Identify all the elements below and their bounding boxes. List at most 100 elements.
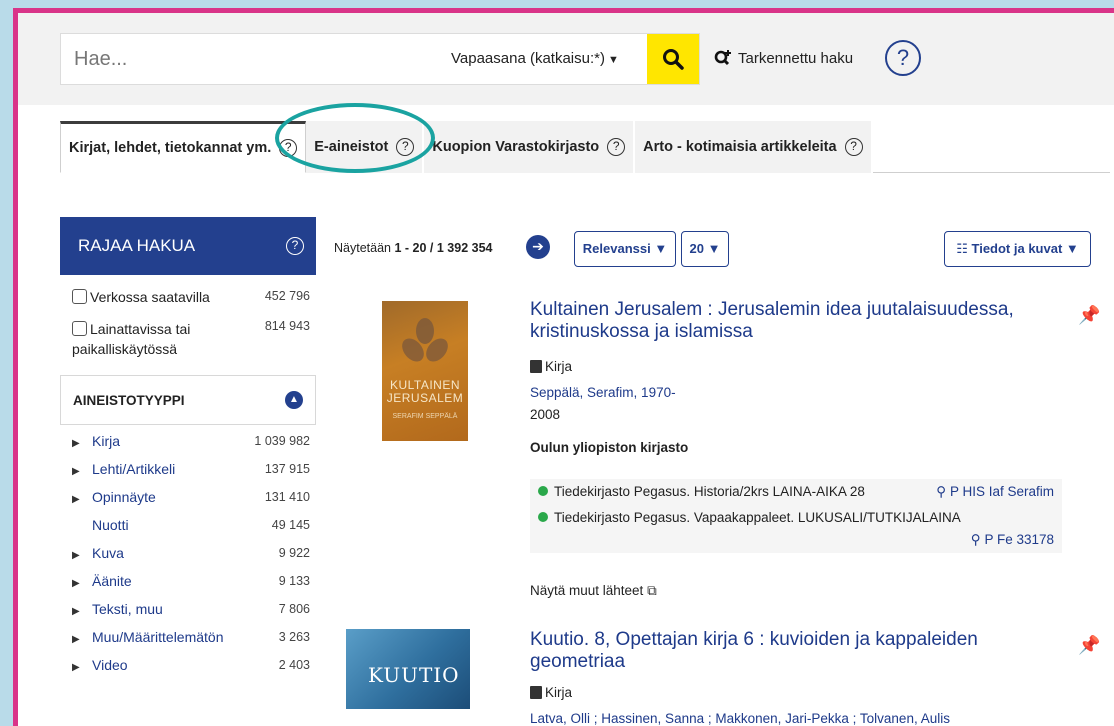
- advanced-search-icon: [714, 50, 731, 66]
- expand-arrow-icon[interactable]: ▶: [72, 662, 86, 673]
- holding-callno-row: ⚲ P Fe 33178: [530, 530, 1062, 553]
- facet-label: Opinnäyte: [92, 489, 156, 505]
- record-format: Kirja: [530, 685, 572, 700]
- facet-list: ▶ Kirja 1 039 982 ▶ Lehti/Artikkeli 137 915 ▶ O…: [60, 429, 316, 677]
- help-icon[interactable]: ?: [885, 40, 921, 76]
- advanced-search-label: Tarkennettu haku: [738, 49, 854, 67]
- tab-label: Kuopion Varastokirjasto: [432, 139, 600, 155]
- record-library: Oulun yliopiston kirjasto: [530, 440, 689, 455]
- help-icon[interactable]: ?: [286, 237, 304, 255]
- facet-label: Kirja: [92, 433, 121, 449]
- facet-item-main: ▶ Opinnäyte: [72, 489, 156, 505]
- book-cover[interactable]: KUUTIO: [346, 629, 470, 709]
- available-dot-icon: [538, 512, 548, 522]
- highlight-circle: [275, 103, 435, 173]
- filter-online[interactable]: Verkossa saatavilla 452 796: [60, 289, 316, 305]
- facet-item-main: ▶ Äänite: [72, 573, 132, 589]
- pin-icon[interactable]: 📌: [1078, 305, 1100, 326]
- filter-count: 452 796: [264, 289, 310, 303]
- record-title-link[interactable]: Kuutio. 8, Opettajan kirja 6 : kuvioiden…: [530, 629, 1070, 673]
- facet-count: 131 410: [264, 490, 310, 504]
- facet-item[interactable]: ▶ Lehti/Artikkeli 137 915: [60, 457, 316, 481]
- map-pin-icon: ⚲: [936, 484, 947, 499]
- facet-item[interactable]: ▶ Opinnäyte 131 410: [60, 485, 316, 509]
- facet-item[interactable]: ▶ Kuva 9 922: [60, 541, 316, 565]
- call-number: P HIS Iaf Serafim: [949, 484, 1054, 499]
- search-button[interactable]: [647, 34, 699, 84]
- expand-arrow-icon[interactable]: ▶: [72, 550, 86, 561]
- call-number-link[interactable]: ⚲ P HIS Iaf Serafim: [936, 484, 1054, 500]
- search-type-label: Vapaasana (katkaisu:*): [451, 50, 605, 67]
- holdings-list: Tiedekirjasto Pegasus. Historia/2krs LAI…: [530, 479, 1062, 553]
- facet-item-main: Nuotti: [72, 517, 129, 533]
- facet-count: 9 133: [278, 574, 310, 588]
- search-type-select[interactable]: Vapaasana (katkaisu:*) ▼: [451, 50, 619, 67]
- search-input[interactable]: [61, 34, 421, 84]
- expand-arrow-icon[interactable]: ▶: [72, 606, 86, 617]
- facet-header-material-type[interactable]: AINEISTOTYYPPI ▲: [60, 375, 316, 425]
- expand-icon: ⧉: [647, 583, 657, 598]
- facet-item-main: ▶ Lehti/Artikkeli: [72, 461, 175, 477]
- book-icon: [530, 686, 542, 699]
- record-author-link[interactable]: Latva, Olli ; Hassinen, Sanna ; Makkonen…: [530, 711, 950, 726]
- leaf-pattern-icon: [402, 318, 448, 362]
- expand-arrow-icon[interactable]: ▶: [72, 494, 86, 505]
- facet-item[interactable]: ▶ Teksti, muu 7 806: [60, 597, 316, 621]
- tab-arto-articles[interactable]: Arto - kotimaisia artikkeleita?: [635, 121, 873, 173]
- chevron-up-icon[interactable]: ▲: [285, 391, 303, 409]
- list-icon: ☷: [956, 241, 968, 256]
- limit-select[interactable]: 20 ▼: [681, 231, 729, 267]
- facet-count: 2 403: [278, 658, 310, 672]
- top-bar: Vapaasana (katkaisu:*)▼ Tarkennettu haku…: [18, 13, 1114, 105]
- tab-kuopio-repository[interactable]: Kuopion Varastokirjasto?: [424, 121, 636, 173]
- result-total: 1 392 354: [436, 241, 493, 255]
- expand-arrow-icon[interactable]: ▶: [72, 466, 86, 477]
- record-year: 2008: [530, 407, 561, 422]
- expand-arrow-icon[interactable]: ▶: [72, 634, 86, 645]
- expand-arrow-icon[interactable]: ▶: [72, 578, 86, 589]
- chevron-down-icon: ▼: [607, 54, 619, 66]
- facet-count: 137 915: [264, 462, 310, 476]
- facet-item[interactable]: ▶ Video 2 403: [60, 653, 316, 677]
- result-prefix: Näytetään: [334, 241, 395, 255]
- facet-label: Teksti, muu: [92, 601, 163, 617]
- tab-books[interactable]: Kirjat, lehdet, tietokannat ym.?: [60, 121, 307, 173]
- facet-title: AINEISTOTYYPPI: [73, 392, 185, 408]
- facet-item[interactable]: ▶ Kirja 1 039 982: [60, 429, 316, 453]
- record-title-link[interactable]: Kultainen Jerusalem : Jerusalemin idea j…: [530, 299, 1070, 343]
- advanced-search-link[interactable]: Tarkennettu haku: [713, 48, 853, 68]
- facet-item[interactable]: ▶ Muu/Määrittelemätön 3 263: [60, 625, 316, 649]
- facet-label: Nuotti: [92, 517, 129, 533]
- call-number-link[interactable]: ⚲ P Fe 33178: [971, 532, 1054, 548]
- help-icon[interactable]: ?: [607, 138, 626, 156]
- help-icon[interactable]: ?: [844, 138, 863, 156]
- cover-title: KULTAINEN JERUSALEM: [386, 378, 464, 405]
- record-author-link[interactable]: Seppälä, Serafim, 1970-: [530, 385, 676, 400]
- view-select[interactable]: ☷ Tiedot ja kuvat ▼: [944, 231, 1091, 267]
- facet-label: Muu/Määrittelemätön: [92, 629, 224, 645]
- facet-item-main: ▶ Muu/Määrittelemätön: [72, 629, 224, 645]
- checkbox[interactable]: [72, 321, 87, 336]
- holding-row: Tiedekirjasto Pegasus. Historia/2krs LAI…: [530, 479, 1062, 505]
- facet-item-main: ▶ Video: [72, 657, 128, 673]
- facet-item[interactable]: ▶ Äänite 9 133: [60, 569, 316, 593]
- expand-arrow-icon[interactable]: ▶: [72, 438, 86, 449]
- tab-label: Kirjat, lehdet, tietokannat ym.: [69, 140, 272, 156]
- checkbox[interactable]: [72, 289, 87, 304]
- filter-loanable[interactable]: Lainattavissa tai paikalliskäytössä 814 …: [60, 319, 316, 359]
- sort-select[interactable]: Relevanssi ▼: [574, 231, 676, 267]
- search-box: Vapaasana (katkaisu:*)▼: [60, 33, 700, 85]
- pin-icon[interactable]: 📌: [1078, 635, 1100, 656]
- facet-item[interactable]: Nuotti 49 145: [60, 513, 316, 537]
- format-label: Kirja: [545, 359, 573, 374]
- cover-author: SERAFIM SEPPÄLÄ: [392, 413, 458, 420]
- holding-location: Tiedekirjasto Pegasus. Vapaakappaleet. L…: [554, 510, 961, 525]
- result-count: Näytetään 1 - 20 / 1 392 354: [334, 241, 492, 255]
- facet-label: Video: [92, 657, 128, 673]
- search-tabs: Kirjat, lehdet, tietokannat ym.? E-ainei…: [60, 121, 1110, 173]
- book-cover[interactable]: KULTAINEN JERUSALEM SERAFIM SEPPÄLÄ: [382, 301, 468, 441]
- next-page-button[interactable]: ➔: [526, 235, 550, 259]
- facet-label: Kuva: [92, 545, 124, 561]
- show-more-sources[interactable]: Näytä muut lähteet ⧉: [530, 583, 657, 599]
- sidebar-title: RAJAA HAKUA: [78, 236, 196, 255]
